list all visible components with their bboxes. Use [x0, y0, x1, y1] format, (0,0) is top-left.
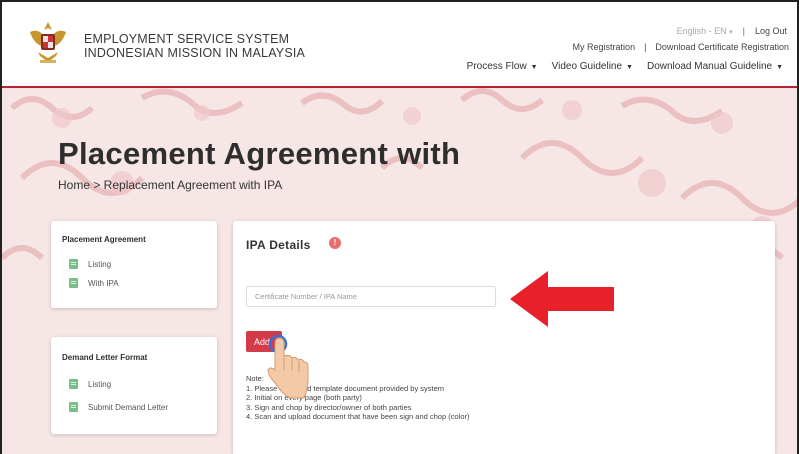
- main-nav: Process Flow ▼ Video Guideline ▼ Download …: [467, 61, 783, 72]
- brand-line-1: EMPLOYMENT SERVICE SYSTEM: [84, 32, 290, 46]
- language-selector[interactable]: English - EN ▾: [677, 26, 733, 36]
- download-certificate-link[interactable]: Download Certificate Registration: [655, 42, 789, 52]
- certificate-search-input[interactable]: [246, 286, 496, 307]
- divider: |: [742, 26, 745, 36]
- nav-download-manual[interactable]: Download Manual Guideline ▼: [647, 61, 783, 72]
- brand-line-2: INDONESIAN MISSION IN MALAYSIA: [84, 46, 306, 60]
- sidebar-item-with-ipa[interactable]: With IPA: [69, 278, 119, 288]
- breadcrumb: Home > Replacement Agreement with IPA: [58, 178, 283, 192]
- ipa-details-panel: IPA Details ! Add Note: 1. Please downlo…: [233, 221, 775, 454]
- hand-pointer-icon: [267, 334, 309, 399]
- document-icon: [69, 259, 78, 269]
- chevron-down-icon: ▼: [530, 64, 538, 71]
- nav-process-flow[interactable]: Process Flow ▼: [467, 61, 538, 72]
- sidebar-item-label: Listing: [88, 379, 112, 389]
- note-item: 4. Scan and upload document that have be…: [246, 412, 470, 421]
- top-right-links: English - EN ▾ | Log Out: [677, 26, 787, 36]
- chevron-down-icon: ▼: [626, 64, 633, 71]
- sidebar-placement-agreement: Placement Agreement Listing With IPA: [51, 221, 217, 308]
- sidebar-item-submit-demand-letter[interactable]: Submit Demand Letter: [69, 402, 168, 412]
- note-item: 3. Sign and chop by director/owner of bo…: [246, 402, 412, 412]
- document-icon: [69, 402, 78, 412]
- sidebar-demand-letter: Demand Letter Format Listing Submit Dema…: [51, 337, 217, 434]
- sidebar-section-title: Demand Letter Format: [62, 353, 148, 362]
- garuda-emblem-logo: [30, 22, 66, 63]
- sidebar-item-label: With IPA: [88, 278, 119, 288]
- nav-label: Download Manual Guideline: [646, 61, 773, 72]
- site-header: EMPLOYMENT SERVICE SYSTEM INDONESIAN MIS…: [2, 2, 797, 88]
- ipa-details-title: IPA Details: [246, 238, 311, 252]
- document-icon: [69, 379, 78, 389]
- document-icon: [69, 278, 78, 288]
- language-label: English - EN: [676, 26, 727, 36]
- divider: |: [644, 42, 647, 52]
- nav-label: Video Guideline: [551, 61, 623, 72]
- sidebar-item-demand-listing[interactable]: Listing: [69, 379, 111, 389]
- info-icon[interactable]: !: [329, 237, 341, 249]
- page-title: Placement Agreement with: [58, 136, 461, 171]
- red-arrow-annotation: [510, 271, 614, 327]
- logout-link[interactable]: Log Out: [755, 26, 787, 36]
- nav-video-guideline[interactable]: Video Guideline ▼: [552, 61, 633, 72]
- sidebar-item-listing[interactable]: Listing: [69, 259, 111, 269]
- chevron-down-icon: ▾: [729, 29, 733, 36]
- sidebar-item-label: Listing: [88, 259, 112, 269]
- my-registration-link[interactable]: My Registration: [573, 42, 636, 52]
- nav-label: Process Flow: [466, 61, 527, 72]
- sidebar-item-label: Submit Demand Letter: [88, 402, 169, 412]
- account-links: My Registration | Download Certificate R…: [573, 42, 789, 52]
- chevron-down-icon: ▼: [776, 64, 783, 71]
- sidebar-section-title: Placement Agreement: [62, 235, 146, 244]
